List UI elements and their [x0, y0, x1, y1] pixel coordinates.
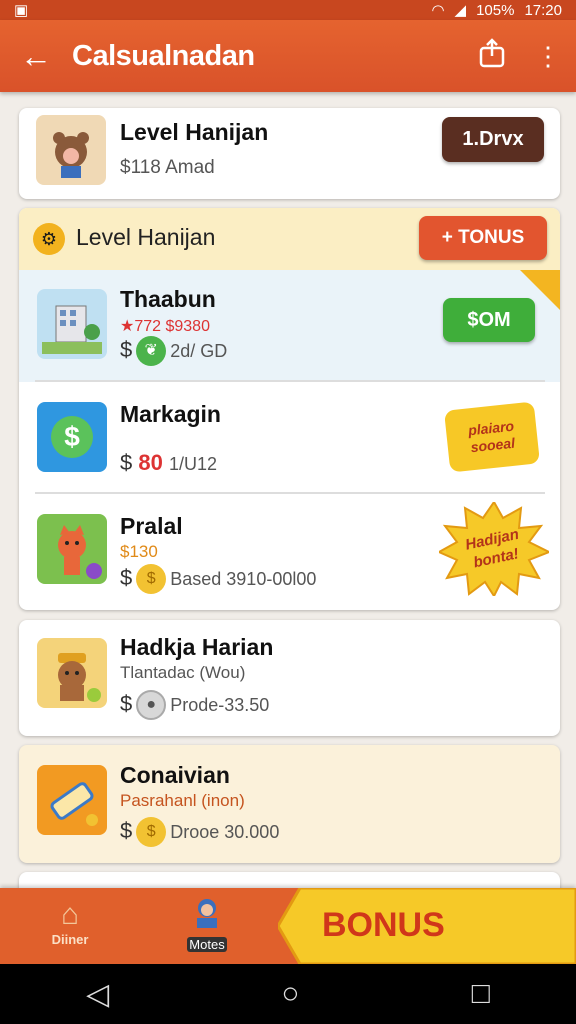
item-price: 2d/ GD: [170, 340, 228, 361]
item-price: 1/U12: [168, 454, 218, 474]
share-icon[interactable]: [464, 37, 520, 75]
list-card[interactable]: Hadkja Harian Tlantadac (Wou) $ ● Prode-33…: [19, 620, 560, 736]
more-vert-icon[interactable]: ⋮: [520, 41, 576, 72]
featured-name: Level Hanijan: [120, 119, 269, 145]
featured-card[interactable]: Level Hanijan $118 Amad 1.Drvx: [19, 108, 560, 199]
item-price-row: $ $ Drooe 30.000: [120, 817, 279, 847]
divider: [35, 380, 545, 382]
recents-square-icon[interactable]: □: [472, 977, 490, 1011]
buy-button[interactable]: $OM: [443, 298, 535, 342]
featured-price: $118 Amad: [120, 157, 215, 178]
home-tab[interactable]: ⌂ Diiner: [30, 898, 110, 947]
item-detail: ★772 $9380: [120, 318, 210, 335]
item-price: Prode-33.50: [170, 694, 270, 715]
item-price-row: $ 80 1/U12: [120, 450, 217, 476]
clock: 17:20: [524, 1, 562, 19]
promo-badge: plaiaro sooeal: [444, 401, 540, 473]
mascot-icon: [165, 896, 249, 936]
leaf-coin-icon: ❦: [136, 336, 167, 366]
level-section-card: ⚙ Level Hanijan + TONUS Thaabun ★772 $93…: [19, 208, 560, 610]
cat-thumbnail: [37, 514, 107, 584]
item-detail: Tlantadac (Wou): [120, 663, 246, 682]
item-name: Thaabun: [120, 286, 216, 312]
item-price-row: $ ● Prode-33.50: [120, 690, 269, 720]
currency-symbol: $: [120, 564, 133, 590]
list-card[interactable]: Conaivian Pasrahanl (inon) $ $ Drooe 30.00…: [19, 745, 560, 863]
bear-hat-thumbnail: [37, 638, 107, 708]
home-tab-label: Diiner: [51, 932, 89, 947]
item-name: Pralal: [120, 513, 183, 539]
item-price: Drooe 30.000: [170, 821, 280, 842]
home-circle-icon[interactable]: ○: [281, 977, 299, 1011]
bear-thumbnail: [36, 115, 106, 185]
currency-symbol: $: [120, 817, 133, 843]
item-name: Markagin: [120, 401, 221, 427]
page-title: Calsualnadan: [72, 39, 255, 72]
currency-symbol: $: [120, 336, 133, 362]
item-detail: Pasrahanl (inon): [120, 791, 245, 810]
silver-coin-icon: ●: [136, 690, 167, 720]
back-arrow-icon[interactable]: ←: [0, 20, 72, 92]
item-price-row: $ $ Based 3910-00l00: [120, 564, 316, 594]
notes-tab-label: Motes: [187, 937, 227, 952]
bottom-bar: ⌂ Diiner Motes BONUS: [0, 888, 576, 964]
section-title: Level Hanijan: [76, 224, 216, 250]
home-icon: ⌂: [60, 898, 80, 931]
ticket-thumbnail: [37, 765, 107, 835]
app-bar: ← Calsualnadan ⋮: [0, 20, 576, 92]
starburst-badge: Hadijan bonta!: [439, 502, 549, 596]
system-nav-bar: ◁ ○ □: [0, 964, 576, 1024]
building-thumbnail: [37, 289, 107, 359]
currency-symbol: $: [120, 450, 133, 475]
gold-coin-icon: $: [136, 564, 167, 594]
featured-action-button[interactable]: 1.Drvx: [442, 117, 544, 162]
status-bar: ▣ ◠ ◢ 105% 17:20: [0, 0, 576, 20]
item-name: Hadkja Harian: [120, 634, 274, 660]
signal-icon: ◢: [454, 2, 467, 19]
gold-coin-icon: $: [136, 817, 167, 847]
item-detail: $130: [120, 542, 158, 561]
battery-level: 105%: [476, 1, 515, 19]
dollar-icon: $: [51, 416, 93, 458]
item-price: Based 3910-00l00: [170, 568, 317, 589]
gear-badge-icon: ⚙: [33, 223, 65, 255]
bonus-label: BONUS: [322, 906, 445, 944]
divider: [35, 492, 545, 494]
bonus-button[interactable]: BONUS: [278, 888, 576, 964]
tonus-button[interactable]: + TONUS: [419, 216, 547, 260]
item-price-row: $ ❦ 2d/ GD: [120, 336, 227, 366]
notes-tab[interactable]: Motes: [165, 896, 249, 954]
back-triangle-icon[interactable]: ◁: [86, 977, 109, 1012]
item-price-highlight: 80: [138, 450, 163, 475]
currency-symbol: $: [120, 690, 133, 716]
dollar-thumbnail: $: [37, 402, 107, 472]
image-icon: ▣: [14, 2, 29, 19]
item-name: Conaivian: [120, 762, 230, 788]
wifi-icon: ◠: [431, 2, 445, 19]
